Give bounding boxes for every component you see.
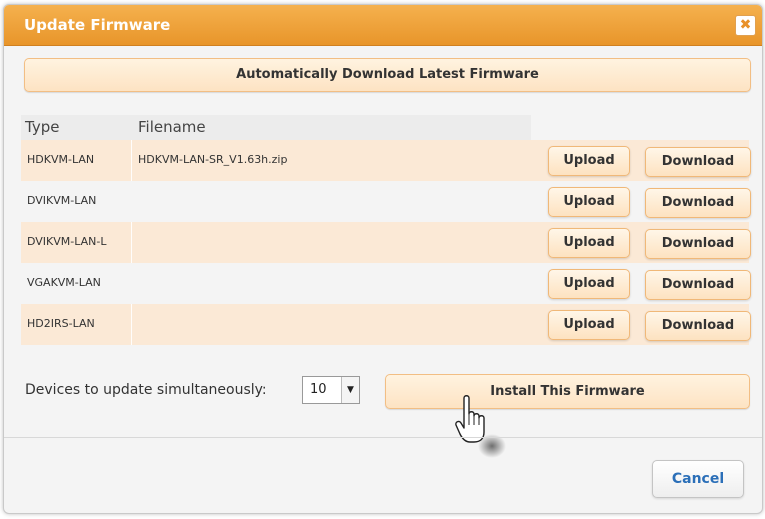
- install-firmware-button[interactable]: Install This Firmware: [385, 374, 750, 409]
- download-button[interactable]: Download: [645, 311, 751, 341]
- footer-divider: [4, 437, 762, 438]
- download-button[interactable]: Download: [645, 229, 751, 259]
- row-type: DVIKVM-LAN: [27, 194, 97, 207]
- select-value: 10: [310, 382, 327, 397]
- dialog-title: Update Firmware: [24, 16, 171, 34]
- upload-button[interactable]: Upload: [548, 269, 630, 299]
- table-row: VGAKVM-LAN Upload Download: [21, 263, 751, 304]
- firmware-table: Type Filename HDKVM-LAN HDKVM-LAN-SR_V1.…: [21, 115, 751, 345]
- table-row: DVIKVM-LAN-L Upload Download: [21, 222, 751, 263]
- simultaneous-select[interactable]: 10 ▼: [302, 376, 360, 404]
- table-row: HDKVM-LAN HDKVM-LAN-SR_V1.63h.zip Upload…: [21, 140, 751, 181]
- upload-button[interactable]: Upload: [548, 146, 630, 176]
- download-button[interactable]: Download: [645, 188, 751, 218]
- table-header: Type Filename: [21, 115, 749, 141]
- dialog-titlebar: Update Firmware ✖: [4, 5, 762, 46]
- update-firmware-dialog: Update Firmware ✖ Automatically Download…: [3, 4, 763, 514]
- table-row: HD2IRS-LAN Upload Download: [21, 304, 751, 345]
- row-type: DVIKVM-LAN-L: [27, 235, 107, 248]
- upload-button[interactable]: Upload: [548, 228, 630, 258]
- header-type: Type: [25, 118, 60, 136]
- download-button[interactable]: Download: [645, 147, 751, 177]
- upload-button[interactable]: Upload: [548, 310, 630, 340]
- header-filename: Filename: [138, 118, 206, 136]
- table-row: DVIKVM-LAN Upload Download: [21, 181, 751, 222]
- row-type: HD2IRS-LAN: [27, 317, 95, 330]
- simultaneous-label: Devices to update simultaneously:: [25, 382, 267, 398]
- row-type: VGAKVM-LAN: [27, 276, 101, 289]
- hand-cursor-icon: [455, 395, 506, 458]
- close-icon[interactable]: ✖: [735, 15, 756, 36]
- chevron-down-icon[interactable]: ▼: [341, 377, 359, 403]
- row-filename: HDKVM-LAN-SR_V1.63h.zip: [138, 153, 288, 166]
- upload-button[interactable]: Upload: [548, 187, 630, 217]
- auto-download-button[interactable]: Automatically Download Latest Firmware: [24, 58, 751, 92]
- download-button[interactable]: Download: [645, 270, 751, 300]
- cancel-button[interactable]: Cancel: [652, 460, 744, 498]
- row-type: HDKVM-LAN: [27, 153, 95, 166]
